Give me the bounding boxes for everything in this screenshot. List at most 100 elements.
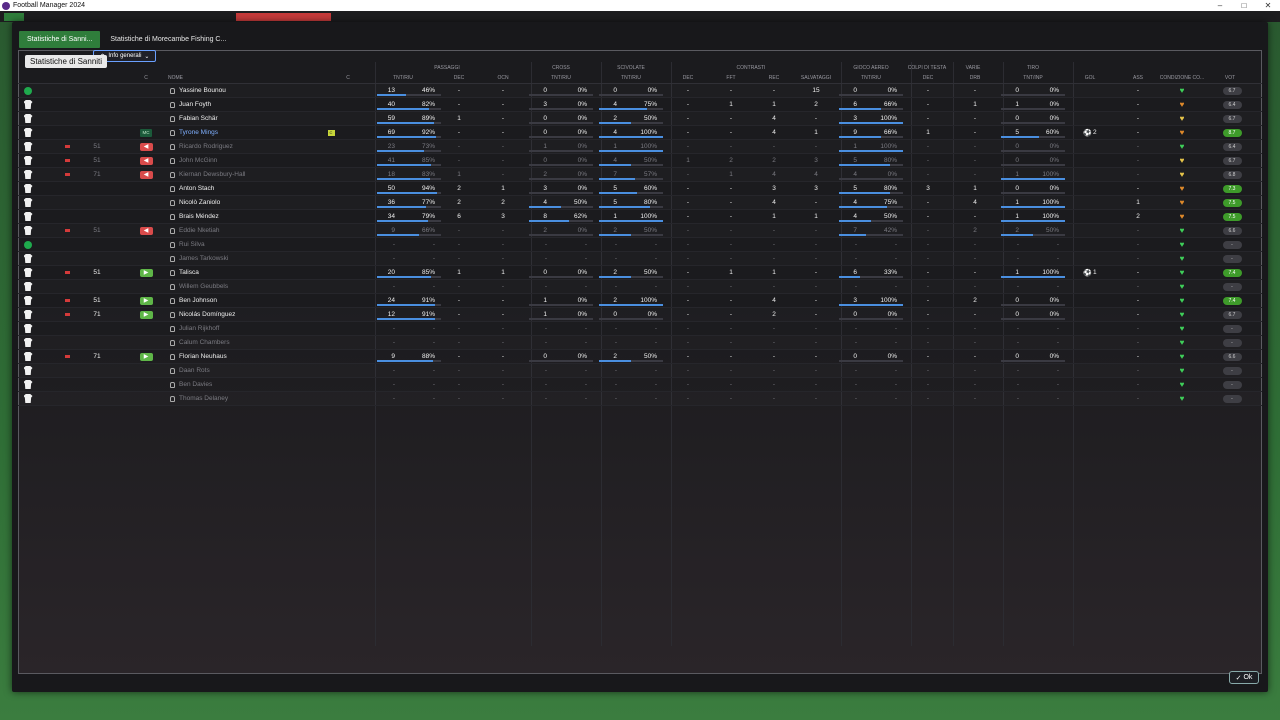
player-name-cell[interactable]: Ben Johnson: [170, 294, 330, 307]
player-name[interactable]: Kiernan Dewsbury-Hall: [179, 171, 245, 178]
table-row[interactable]: Nicolò Zaniolo 36 77% 2 2 4 50% 5 80% - -4-4 75% -4 1…: [18, 196, 1262, 210]
player-name-cell[interactable]: Thomas Delaney: [170, 392, 330, 405]
minimize-icon[interactable]: –: [1208, 1, 1232, 10]
table-row[interactable]: Calum Chambers - - - - - - - - - - - - - - - - - - - ♥ -: [18, 336, 1262, 350]
player-profile-icon[interactable]: [170, 339, 175, 346]
player-name[interactable]: Eddie Nketiah: [179, 227, 219, 234]
table-row[interactable]: Anton Stach 50 94% 2 1 3 0% 5 60% - -3 3 5 80% 3 1 0 0% - ♥…: [18, 182, 1262, 196]
col-header-tiro-tnt[interactable]: TNT/INP: [1000, 73, 1066, 83]
col-header-condizione[interactable]: CONDIZIONE CO...: [1154, 73, 1210, 83]
col-header-ass[interactable]: ASS: [1128, 73, 1148, 83]
table-row[interactable]: 51 ◀ Ricardo Rodriguez 23 73% - -1 0% 1 100% - - - -1…: [18, 140, 1262, 154]
player-profile-icon[interactable]: [170, 213, 175, 220]
player-name[interactable]: Julian Rijkhoff: [179, 325, 219, 332]
player-profile-icon[interactable]: [170, 395, 175, 402]
player-name[interactable]: Nicolás Domínguez: [179, 311, 235, 318]
player-name-cell[interactable]: Ben Davies: [170, 378, 330, 391]
player-name[interactable]: Nicolò Zaniolo: [179, 199, 220, 206]
col-header-contr-dec[interactable]: DEC: [673, 73, 703, 83]
player-name-cell[interactable]: Nicolás Domínguez: [170, 308, 330, 321]
col-header-testa-dec[interactable]: DEC: [913, 73, 943, 83]
player-profile-icon[interactable]: [170, 115, 175, 122]
player-profile-icon[interactable]: [170, 143, 175, 150]
player-name[interactable]: James Tarkowski: [179, 255, 228, 262]
table-row[interactable]: Brais Méndez 34 79% 6 3 8 62% 1 100% - -1 1 4 50% - -1 1…: [18, 210, 1262, 224]
player-profile-icon[interactable]: [170, 87, 175, 94]
player-name[interactable]: Tyrone Mings: [179, 129, 218, 136]
player-profile-icon[interactable]: [170, 199, 175, 206]
player-name-cell[interactable]: Daan Rots: [170, 364, 330, 377]
table-row[interactable]: Willem Geubbels - - - - - - - - - - - - - - - - - - - ♥ -: [18, 280, 1262, 294]
table-row[interactable]: Yassine Bounou 13 46% - -0 0% 0 0% - - -15 0 0% - -0 0%…: [18, 84, 1262, 98]
player-name-cell[interactable]: Willem Geubbels: [170, 280, 330, 293]
player-name-cell[interactable]: James Tarkowski: [170, 252, 330, 265]
col-header-c2[interactable]: C: [338, 73, 358, 83]
table-row[interactable]: 51 ▶ Ben Johnson 24 91% - -1 0% 2 100% - -4-3 100% -2…: [18, 294, 1262, 308]
player-name[interactable]: Yassine Bounou: [179, 87, 226, 94]
col-header-name[interactable]: NOME: [168, 73, 198, 83]
player-name-cell[interactable]: Julian Rijkhoff: [170, 322, 330, 335]
player-name-cell[interactable]: Calum Chambers: [170, 336, 330, 349]
player-name-cell[interactable]: Fabian Schär: [170, 112, 330, 125]
player-name[interactable]: Talisca: [179, 269, 199, 276]
player-name[interactable]: Anton Stach: [179, 185, 214, 192]
player-profile-icon[interactable]: [170, 297, 175, 304]
col-header-vot[interactable]: VOT: [1218, 73, 1242, 83]
player-profile-icon[interactable]: [170, 241, 175, 248]
player-profile-icon[interactable]: [170, 129, 175, 136]
col-header-contr-rec[interactable]: REC: [759, 73, 789, 83]
player-name[interactable]: Thomas Delaney: [179, 395, 228, 402]
table-row[interactable]: Thomas Delaney - - - - - - - - - - - - - - - - - - - ♥ -: [18, 392, 1262, 406]
close-icon[interactable]: ✕: [1256, 1, 1280, 10]
player-name[interactable]: Daan Rots: [179, 367, 210, 374]
table-row[interactable]: Fabian Schär 59 89% 1-0 0% 2 50% - -4-3 100% - -0 0%…: [18, 112, 1262, 126]
col-header-sciv-tnt[interactable]: TNT/RIU: [598, 73, 664, 83]
player-name-cell[interactable]: Eddie Nketiah: [170, 224, 330, 237]
player-profile-icon[interactable]: [170, 367, 175, 374]
player-profile-icon[interactable]: [170, 283, 175, 290]
player-profile-icon[interactable]: [170, 325, 175, 332]
table-row[interactable]: 71 ◀ Kiernan Dewsbury-Hall 18 83% 1-2 0% 7 57% -1…: [18, 168, 1262, 182]
player-name[interactable]: Rui Silva: [179, 241, 205, 248]
ok-button[interactable]: ✓ Ok: [1229, 671, 1259, 684]
player-name[interactable]: Ben Johnson: [179, 297, 217, 304]
player-name-cell[interactable]: Ricardo Rodriguez: [170, 140, 330, 153]
player-profile-icon[interactable]: [170, 171, 175, 178]
col-header-salvataggi[interactable]: SALVATAGGI: [794, 73, 838, 83]
table-row[interactable]: 51 ▶ Talisca 20 85% 1 1 0 0% 2 50% -1 1-6 33% - -1 100% ⚽…: [18, 266, 1262, 280]
table-row[interactable]: MC Tyrone Mings C 69 92% - -0 0% 4 100% - -4 1 9 66% 1-…: [18, 126, 1262, 140]
player-name[interactable]: Juan Foyth: [179, 101, 211, 108]
player-profile-icon[interactable]: [170, 255, 175, 262]
col-header-pass-dec[interactable]: DEC: [444, 73, 474, 83]
player-name-cell[interactable]: Anton Stach: [170, 182, 330, 195]
col-header-c[interactable]: C: [136, 73, 156, 83]
table-row[interactable]: 71 ▶ Florian Neuhaus 9 88% - -0 0% 2 50% - - - -0 0% - -…: [18, 350, 1262, 364]
player-profile-icon[interactable]: [170, 101, 175, 108]
col-header-cross-tnt[interactable]: TNT/RIU: [528, 73, 594, 83]
table-row[interactable]: Ben Davies - - - - - - - - - - - - - - - - - - - ♥ -: [18, 378, 1262, 392]
col-header-contr-fft[interactable]: FFT: [716, 73, 746, 83]
tab-away-stats[interactable]: Statistiche di Morecambe Fishing C...: [102, 31, 234, 48]
player-name-cell[interactable]: Rui Silva: [170, 238, 330, 251]
player-profile-icon[interactable]: [170, 311, 175, 318]
tab-home-stats[interactable]: Statistiche di Sanni...: [19, 31, 101, 48]
player-name-cell[interactable]: Talisca: [170, 266, 330, 279]
table-row[interactable]: 51 ◀ John McGinn 41 85% - -0 0% 4 50% 1 2 2 3 5 80% - -0 0…: [18, 154, 1262, 168]
player-name-cell[interactable]: Yassine Bounou: [170, 84, 330, 97]
player-profile-icon[interactable]: [170, 381, 175, 388]
table-row[interactable]: 51 ◀ Eddie Nketiah 9 66% - -2 0% 2 50% - - - -7 42% -2 2…: [18, 224, 1262, 238]
player-name-cell[interactable]: Nicolò Zaniolo: [170, 196, 330, 209]
col-header-aereo-tnt[interactable]: TNT/RIU: [838, 73, 904, 83]
player-profile-icon[interactable]: [170, 353, 175, 360]
player-name[interactable]: John McGinn: [179, 157, 217, 164]
table-row[interactable]: 71 ▶ Nicolás Domínguez 12 91% - -1 0% 0 0% - -2-0 0%…: [18, 308, 1262, 322]
col-header-gol[interactable]: GOL: [1080, 73, 1100, 83]
col-header-drb[interactable]: DRB: [960, 73, 990, 83]
player-name-cell[interactable]: Kiernan Dewsbury-Hall: [170, 168, 330, 181]
player-name-cell[interactable]: Florian Neuhaus: [170, 350, 330, 363]
player-name-cell[interactable]: Tyrone Mings: [170, 126, 330, 139]
player-name[interactable]: Calum Chambers: [179, 339, 230, 346]
table-row[interactable]: James Tarkowski - - - - - - - - - - - - - - - - - - - ♥ -: [18, 252, 1262, 266]
player-profile-icon[interactable]: [170, 185, 175, 192]
player-profile-icon[interactable]: [170, 157, 175, 164]
